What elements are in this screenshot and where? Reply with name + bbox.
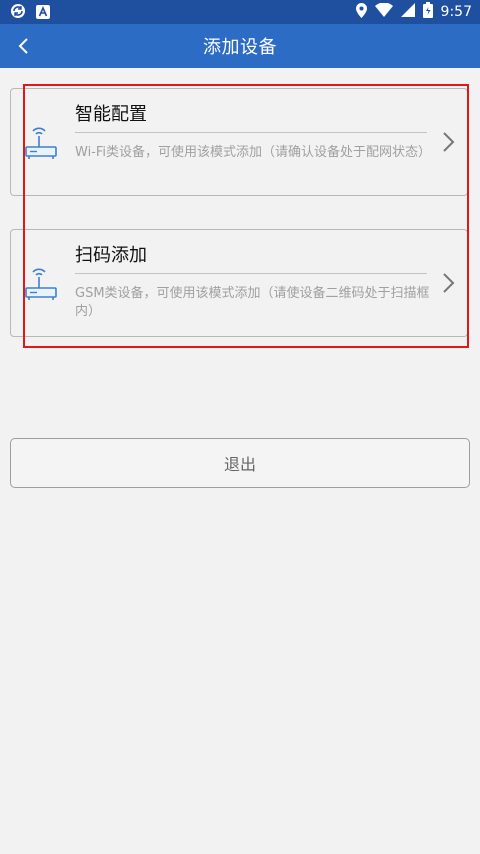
option-description: Wi-Fi类设备，可使用该模式添加（请确认设备处于配网状态） bbox=[75, 145, 432, 160]
option-divider bbox=[75, 132, 427, 133]
status-right-icons: 9:57 bbox=[355, 2, 472, 22]
battery-icon bbox=[422, 2, 433, 22]
exit-button[interactable]: 退出 bbox=[10, 438, 470, 488]
status-left-icons bbox=[10, 3, 50, 23]
chevron-right-icon bbox=[441, 272, 457, 294]
page-title: 添加设备 bbox=[203, 37, 277, 58]
option-description: GSM类设备，可使用该模式添加（请使设备二维码处于扫描框内） bbox=[75, 286, 430, 319]
scan-code-option[interactable]: 扫码添加 GSM类设备，可使用该模式添加（请使设备二维码处于扫描框内） bbox=[10, 229, 468, 337]
sync-icon bbox=[10, 3, 26, 23]
chevron-right-icon bbox=[441, 131, 457, 153]
wifi-icon bbox=[374, 2, 393, 21]
location-icon bbox=[355, 2, 367, 22]
option-title: 智能配置 bbox=[75, 104, 147, 125]
option-title: 扫码添加 bbox=[75, 245, 147, 266]
app-bar: 添加设备 bbox=[0, 24, 480, 68]
router-icon bbox=[23, 266, 59, 302]
app-a-icon bbox=[36, 4, 50, 23]
smart-config-option[interactable]: 智能配置 Wi-Fi类设备，可使用该模式添加（请确认设备处于配网状态） bbox=[10, 88, 468, 196]
router-icon bbox=[23, 125, 59, 161]
status-time: 9:57 bbox=[440, 4, 472, 20]
option-divider bbox=[75, 273, 427, 274]
signal-icon bbox=[400, 3, 415, 21]
status-bar: 9:57 bbox=[0, 0, 480, 24]
